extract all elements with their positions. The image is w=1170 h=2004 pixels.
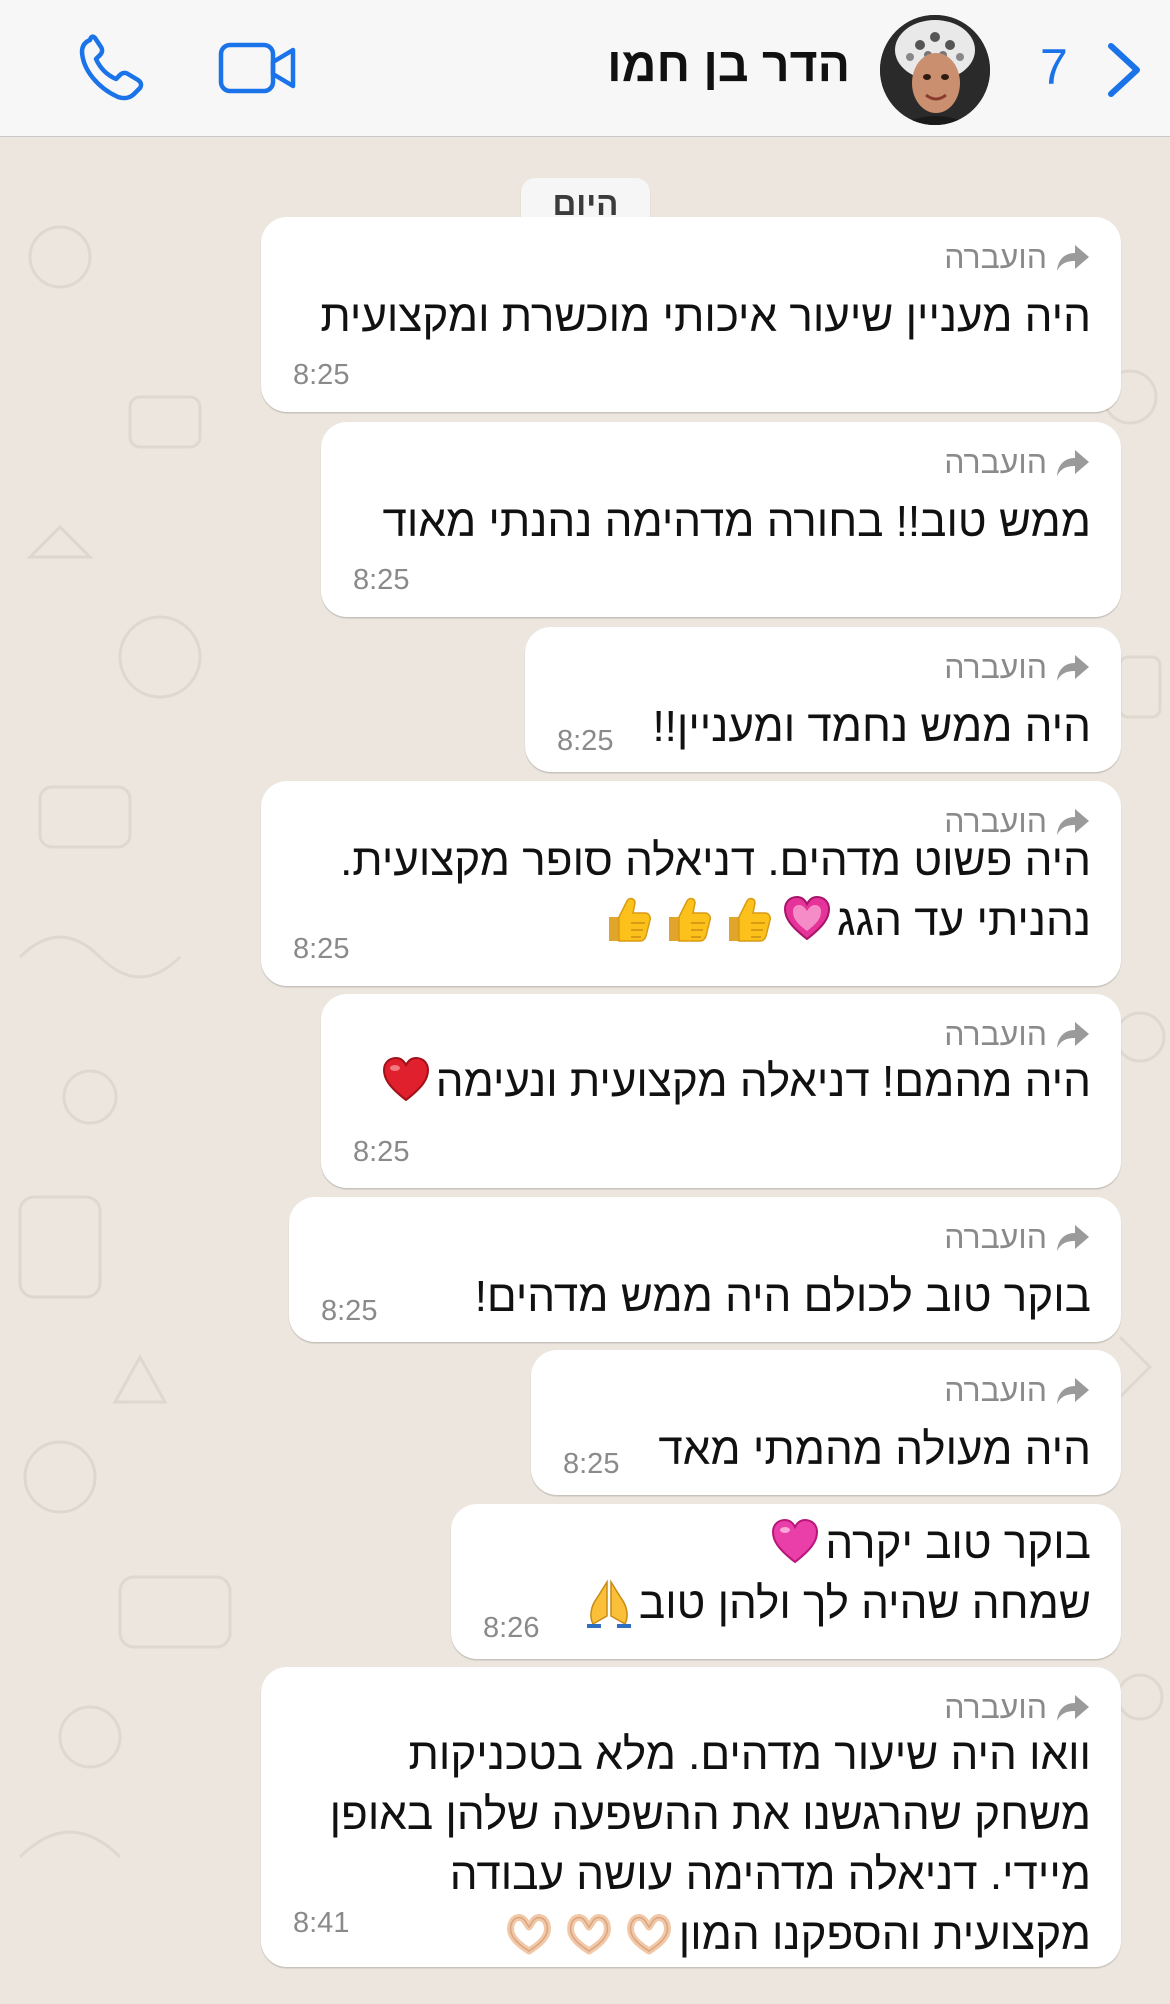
phone-icon[interactable] xyxy=(76,34,152,104)
forward-arrow-icon xyxy=(1057,1377,1089,1404)
chat-area[interactable]: היום הועברה היה מעניין שיעור איכותי מוכשר… xyxy=(0,137,1170,2004)
message-line: היה ממש נחמד ומעניין!! xyxy=(652,702,1091,751)
forward-arrow-icon xyxy=(1057,1021,1089,1048)
message-line: בוקר טוב לכולם היה ממש מדהים! xyxy=(474,1272,1091,1321)
message-time: 8:26 xyxy=(483,1612,540,1644)
message-text: היה מהמם! דניאלה מקצועית ונעימה xyxy=(376,1052,1091,1112)
message-line: היה מהמם! דניאלה מקצועית ונעימה xyxy=(376,1052,1091,1112)
forward-arrow-icon xyxy=(1057,449,1089,476)
forwarded-label: הועברה xyxy=(944,1372,1091,1409)
message-text: היה ממש נחמד ומעניין!! xyxy=(652,697,1091,757)
forward-arrow-icon xyxy=(1057,244,1089,271)
message-text: בוקר טוב יקרה שמחה שהיה לך ולהן טוב xyxy=(579,1514,1091,1634)
message-line: נהניתי עד הגג xyxy=(340,891,1091,951)
pink-heart-emoji xyxy=(769,1516,821,1568)
avatar[interactable] xyxy=(880,15,990,125)
message-line: היה מעולה מהמתי מאד xyxy=(658,1425,1091,1474)
message-text: היה מעולה מהמתי מאד xyxy=(658,1420,1091,1480)
contact-name[interactable]: הדר בן חמו xyxy=(607,38,850,93)
forwarded-text: הועברה xyxy=(944,649,1047,685)
thumbs-up-emoji xyxy=(721,893,773,945)
message-line: היה פשוט מדהים. דניאלה סופר מקצועית. xyxy=(340,836,1091,885)
thumbs-up-emoji xyxy=(661,893,713,945)
message-time: 8:25 xyxy=(321,1295,378,1327)
message-line: מיידי. דניאלה מדהימה עושה עבודה xyxy=(449,1850,1091,1899)
message-bubble[interactable]: הועברה היה מעניין שיעור איכותי מוכשרת ומק… xyxy=(261,217,1121,412)
message-time: 8:25 xyxy=(293,933,350,965)
chevron-back-icon[interactable] xyxy=(1103,40,1145,100)
message-line: שמחה שהיה לך ולהן טוב xyxy=(579,1574,1091,1634)
message-text: בוקר טוב לכולם היה ממש מדהים! xyxy=(475,1267,1091,1327)
message-text: היה פשוט מדהים. דניאלה סופר מקצועית. נהני… xyxy=(340,831,1091,951)
forwarded-text: הועברה xyxy=(944,1016,1047,1052)
message-line: בוקר טוב יקרה xyxy=(579,1514,1091,1574)
forwarded-text: הועברה xyxy=(944,1372,1047,1408)
forward-arrow-icon xyxy=(1057,1694,1089,1721)
forwarded-text: הועברה xyxy=(944,1219,1047,1255)
forward-arrow-icon xyxy=(1057,1224,1089,1251)
message-bubble[interactable]: הועברה ממש טוב!! בחורה מדהימה נהנתי מאוד 8… xyxy=(321,422,1121,617)
message-text: ממש טוב!! בחורה מדהימה נהנתי מאוד xyxy=(383,492,1091,552)
message-line: ממש טוב!! בחורה מדהימה נהנתי מאוד xyxy=(382,497,1091,546)
message-bubble[interactable]: הועברה היה מהמם! דניאלה מקצועית ונעימה 8:2… xyxy=(321,994,1121,1188)
thumbs-up-emoji xyxy=(601,893,653,945)
forwarded-text: הועברה xyxy=(944,239,1047,275)
message-line: היה מעניין שיעור איכותי מוכשרת ומקצועית xyxy=(320,292,1091,341)
forwarded-label: הועברה xyxy=(944,239,1091,276)
forwarded-label: הועברה xyxy=(944,1016,1091,1053)
forwarded-text: הועברה xyxy=(944,1689,1047,1725)
sparkling-heart-emoji xyxy=(781,893,833,945)
folded-hands-emoji xyxy=(583,1576,635,1629)
message-time: 8:25 xyxy=(293,359,350,391)
message-line: משחק שהרגשנו את ההשפעה שלהן באופן xyxy=(329,1790,1091,1839)
forwarded-label: הועברה xyxy=(944,649,1091,686)
message-bubble[interactable]: בוקר טוב יקרה שמחה שהיה לך ולהן טוב 8:26 xyxy=(451,1504,1121,1659)
message-bubble[interactable]: הועברה היה מעולה מהמתי מאד 8:25 xyxy=(531,1350,1121,1495)
message-bubble[interactable]: הועברה וואו היה שיעור מדהים. מלא בטכניקות… xyxy=(261,1667,1121,1967)
message-time: 8:41 xyxy=(293,1907,350,1939)
message-text: וואו היה שיעור מדהים. מלא בטכניקות משחק ש… xyxy=(330,1725,1091,1965)
message-bubble[interactable]: הועברה היה ממש נחמד ומעניין!! 8:25 xyxy=(525,627,1121,772)
forward-arrow-icon xyxy=(1057,654,1089,681)
message-time: 8:25 xyxy=(353,564,410,596)
forwarded-label: הועברה xyxy=(944,1219,1091,1256)
message-time: 8:25 xyxy=(557,725,614,757)
message-bubble[interactable]: הועברה בוקר טוב לכולם היה ממש מדהים! 8:25 xyxy=(289,1197,1121,1342)
heart-hands-emoji xyxy=(503,1907,555,1959)
message-time: 8:25 xyxy=(353,1136,410,1168)
message-time: 8:25 xyxy=(563,1448,620,1480)
message-line: וואו היה שיעור מדהים. מלא בטכניקות xyxy=(408,1730,1091,1779)
video-icon[interactable] xyxy=(218,40,298,96)
forwarded-text: הועברה xyxy=(944,444,1047,480)
forwarded-label: הועברה xyxy=(944,1689,1091,1726)
forwarded-label: הועברה xyxy=(944,444,1091,481)
message-text: היה מעניין שיעור איכותי מוכשרת ומקצועית xyxy=(320,287,1091,347)
message-bubble[interactable]: הועברה היה פשוט מדהים. דניאלה סופר מקצועי… xyxy=(261,781,1121,986)
message-line: מקצועית והספקנו המון xyxy=(330,1905,1091,1965)
chat-header: הדר בן חמו 7 xyxy=(0,0,1170,137)
heart-hands-emoji xyxy=(563,1907,615,1959)
heart-hands-emoji xyxy=(623,1907,675,1959)
red-heart-emoji xyxy=(380,1054,432,1106)
unread-count[interactable]: 7 xyxy=(1040,38,1068,96)
